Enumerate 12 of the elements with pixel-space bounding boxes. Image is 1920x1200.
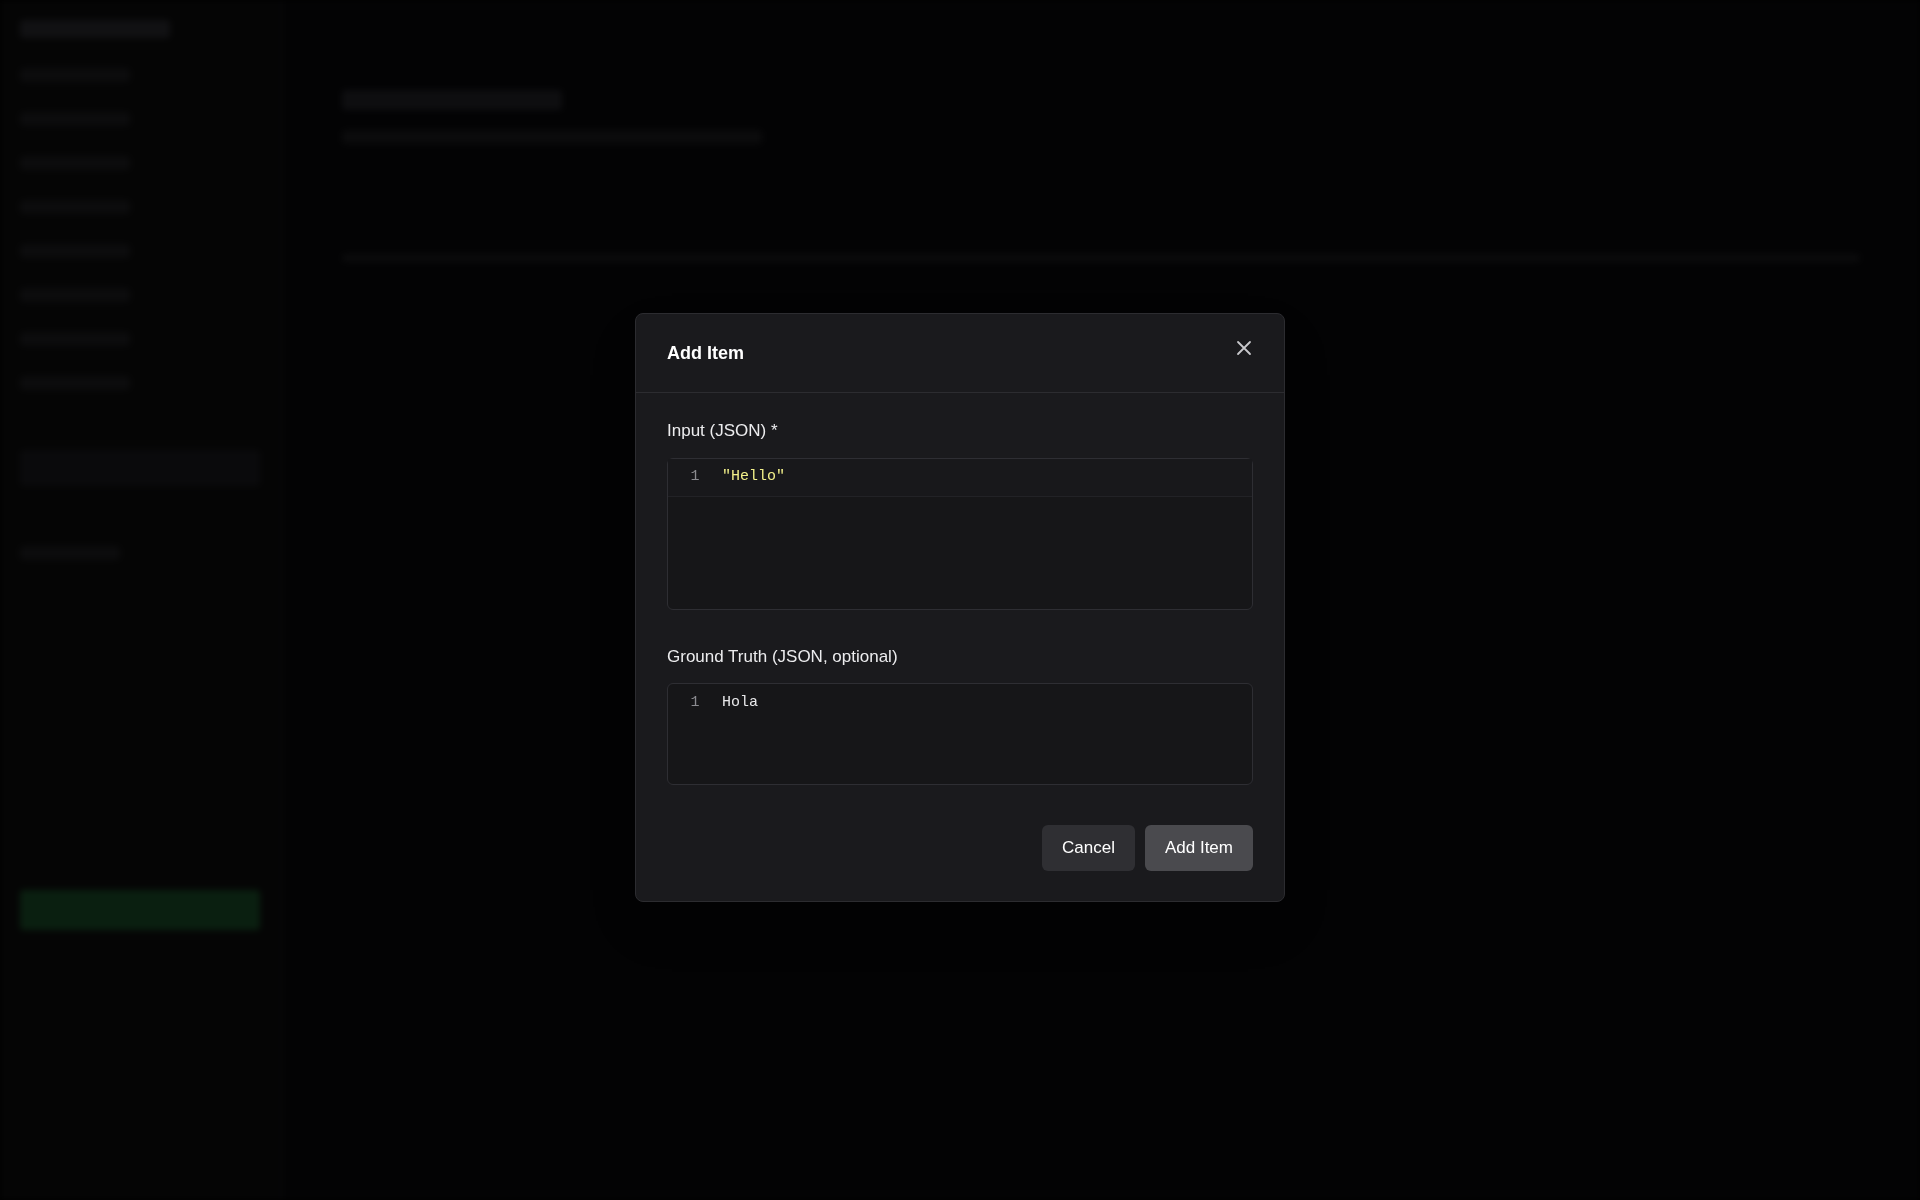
code-editor-field[interactable]: 1 Hola — [667, 683, 1253, 785]
field-label: Ground Truth (JSON, optional) — [667, 646, 898, 666]
code-text: "Hello" — [722, 466, 785, 487]
line-number: 1 — [689, 692, 701, 713]
dialog-title: Add Item — [667, 341, 744, 365]
code-text: Hola — [722, 692, 758, 713]
code-editor-field[interactable]: 1 "Hello" — [667, 457, 1253, 610]
field-label: Input (JSON) * — [667, 421, 778, 440]
cancel-button[interactable]: Cancel — [1042, 825, 1135, 871]
add-item-button[interactable]: Add Item — [1144, 825, 1253, 871]
close-icon[interactable] — [1235, 339, 1253, 357]
line-number: 1 — [689, 466, 701, 487]
